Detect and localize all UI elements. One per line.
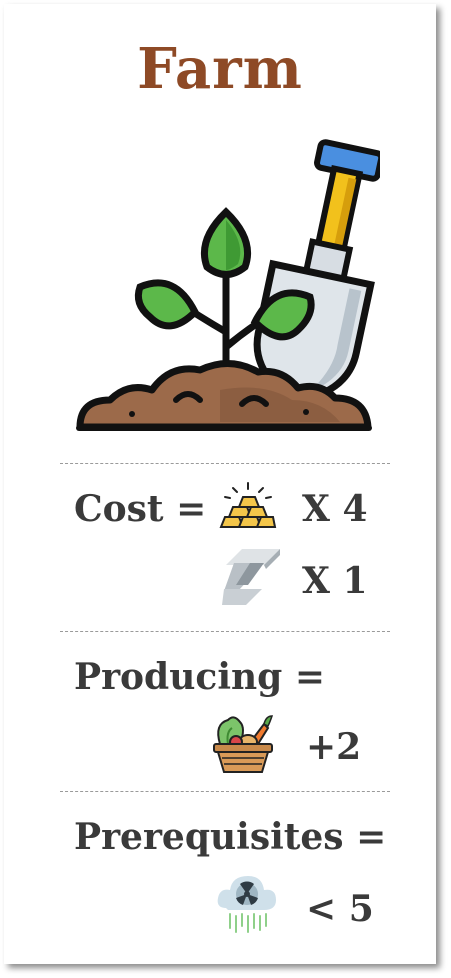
- cost-steel-amount: X 1: [302, 560, 368, 602]
- building-card: Farm Cost = X 4 X 1 Producing = +2 Prere…: [4, 4, 436, 964]
- section-divider: [60, 463, 390, 464]
- section-divider: [60, 631, 390, 632]
- cost-label: Cost =: [74, 488, 207, 530]
- card-title: Farm: [137, 36, 303, 102]
- producing-label: Producing =: [74, 656, 326, 698]
- gold-bars-icon: [219, 482, 277, 528]
- producing-amount: +2: [306, 726, 362, 768]
- radioactive-rain-cloud-icon: [217, 876, 276, 933]
- vegetable-basket-icon: [213, 715, 274, 773]
- steel-beam-icon: [222, 549, 280, 605]
- prerequisites-label: Prerequisites =: [74, 816, 387, 858]
- plant-with-shovel-icon: [76, 139, 380, 431]
- prerequisites-amount: < 5: [306, 888, 374, 930]
- cost-gold-amount: X 4: [302, 488, 368, 530]
- section-divider: [60, 791, 390, 792]
